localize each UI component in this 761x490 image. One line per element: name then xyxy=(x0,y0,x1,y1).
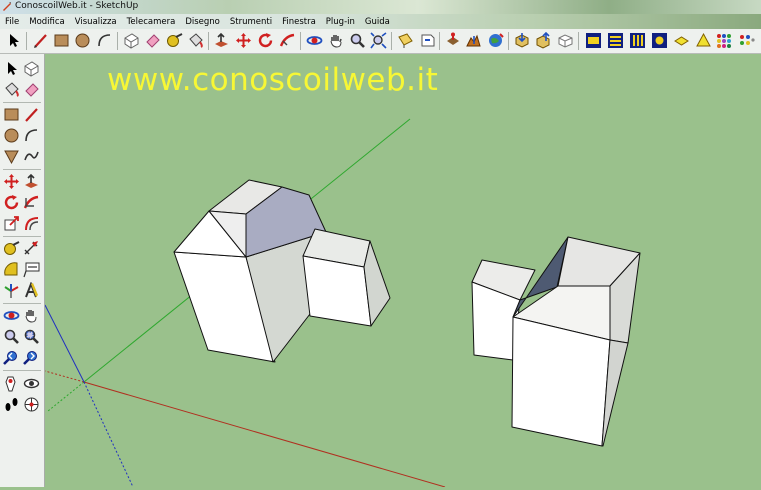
section-plane-icon[interactable] xyxy=(23,396,40,413)
follow-me-icon[interactable] xyxy=(23,194,40,211)
text-icon[interactable] xyxy=(23,261,40,278)
orbit-icon[interactable] xyxy=(306,32,323,49)
previous-icon[interactable] xyxy=(3,349,20,366)
top-view-icon[interactable] xyxy=(629,32,646,49)
google-earth-icon[interactable] xyxy=(487,32,504,49)
rotate-icon[interactable] xyxy=(257,32,274,49)
rectangle-icon[interactable] xyxy=(3,106,20,123)
3d-text-icon[interactable] xyxy=(23,282,40,299)
eraser-icon[interactable] xyxy=(144,32,161,49)
toolbar-separator xyxy=(3,236,41,237)
color-by-layer-icon[interactable] xyxy=(738,32,755,49)
follow-me-icon[interactable] xyxy=(279,32,296,49)
right-building-front-face xyxy=(511,316,611,447)
model-canvas[interactable] xyxy=(44,54,761,488)
offset-icon[interactable] xyxy=(23,215,40,232)
toolbar-separator xyxy=(3,303,41,304)
move-icon[interactable] xyxy=(3,173,20,190)
toolbar-separator xyxy=(578,32,579,50)
select-icon[interactable] xyxy=(6,32,23,49)
toolbar-separator xyxy=(208,32,209,50)
toolbar-separator xyxy=(117,32,118,50)
add-location-icon[interactable] xyxy=(444,32,461,49)
pan-icon[interactable] xyxy=(328,32,345,49)
push-pull-icon[interactable] xyxy=(23,173,40,190)
menu-file[interactable]: File xyxy=(0,17,24,27)
main-toolbar xyxy=(0,29,761,54)
viewport-background xyxy=(45,54,761,487)
make-component-icon[interactable] xyxy=(23,60,40,77)
front-view-icon[interactable] xyxy=(651,32,668,49)
menu-strumenti[interactable]: Strumenti xyxy=(225,17,277,27)
photo-textures-icon[interactable] xyxy=(585,32,602,49)
title-bar: ConoscoilWeb.it - SketchUp xyxy=(0,0,761,14)
right-view-icon[interactable] xyxy=(673,32,690,49)
axes-icon[interactable] xyxy=(3,282,20,299)
paint-bucket-icon[interactable] xyxy=(3,81,20,98)
menu-plugin[interactable]: Plug-in xyxy=(321,17,360,27)
zoom-extents-icon[interactable] xyxy=(370,32,387,49)
toolbar-separator xyxy=(508,32,509,50)
menu-finestra[interactable]: Finestra xyxy=(277,17,321,27)
arc-icon[interactable] xyxy=(23,127,40,144)
zoom-extents-icon[interactable] xyxy=(23,349,40,366)
paint-bucket-icon[interactable] xyxy=(187,32,204,49)
protractor-icon[interactable] xyxy=(3,261,20,278)
toolbar-separator xyxy=(3,370,41,371)
tape-measure-icon[interactable] xyxy=(3,240,20,257)
menu-guida[interactable]: Guida xyxy=(360,17,395,27)
arc-icon[interactable] xyxy=(96,32,113,49)
line-icon[interactable] xyxy=(23,106,40,123)
zoom-window-icon[interactable] xyxy=(23,328,40,345)
circle-icon[interactable] xyxy=(74,32,91,49)
tape-measure-icon[interactable] xyxy=(166,32,183,49)
modeling-viewport[interactable] xyxy=(44,54,761,488)
rectangle-icon[interactable] xyxy=(53,32,70,49)
watermark-text: www.conoscoilweb.it xyxy=(107,62,439,98)
orbit-icon[interactable] xyxy=(3,307,20,324)
polygon-icon[interactable] xyxy=(3,148,20,165)
pan-icon[interactable] xyxy=(23,307,40,324)
window-title: ConoscoilWeb.it - SketchUp xyxy=(15,1,139,11)
sketchup-app-icon xyxy=(3,2,11,11)
scale-icon[interactable] xyxy=(3,215,20,232)
zoom-icon[interactable] xyxy=(349,32,366,49)
toolbar-separator xyxy=(3,102,41,103)
toggle-terrain-icon[interactable] xyxy=(465,32,482,49)
fog-icon[interactable] xyxy=(716,32,733,49)
previous-view-icon[interactable] xyxy=(419,32,436,49)
freehand-icon[interactable] xyxy=(23,148,40,165)
circle-icon[interactable] xyxy=(3,127,20,144)
menu-disegno[interactable]: Disegno xyxy=(180,17,225,27)
walk-icon[interactable] xyxy=(3,396,20,413)
eraser-icon[interactable] xyxy=(23,81,40,98)
share-model-icon[interactable] xyxy=(535,32,552,49)
position-camera-icon[interactable] xyxy=(3,375,20,392)
toolbar-separator xyxy=(3,169,41,170)
get-models-icon[interactable] xyxy=(514,32,531,49)
dimension-icon[interactable] xyxy=(23,240,40,257)
line-icon[interactable] xyxy=(32,32,49,49)
menu-bar: File Modifica Visualizza Telecamera Dise… xyxy=(0,14,761,29)
menu-telecamera[interactable]: Telecamera xyxy=(122,17,181,27)
toolbar-separator xyxy=(300,32,301,50)
make-component-icon[interactable] xyxy=(123,32,140,49)
rotate-icon[interactable] xyxy=(3,194,20,211)
select-icon[interactable] xyxy=(3,60,20,77)
section-plane-icon[interactable] xyxy=(397,32,414,49)
share-component-icon[interactable] xyxy=(557,32,574,49)
toolbar-separator xyxy=(439,32,440,50)
toolbar-separator xyxy=(26,32,27,50)
menu-visualizza[interactable]: Visualizza xyxy=(70,17,122,27)
left-toolbar xyxy=(0,54,45,487)
push-pull-icon[interactable] xyxy=(213,32,230,49)
iso-view-icon[interactable] xyxy=(607,32,624,49)
shadow-icon[interactable] xyxy=(695,32,712,49)
left-annex-front xyxy=(302,255,372,327)
look-around-icon[interactable] xyxy=(23,375,40,392)
move-icon[interactable] xyxy=(235,32,252,49)
zoom-icon[interactable] xyxy=(3,328,20,345)
toolbar-separator xyxy=(391,32,392,50)
menu-modifica[interactable]: Modifica xyxy=(24,17,70,27)
